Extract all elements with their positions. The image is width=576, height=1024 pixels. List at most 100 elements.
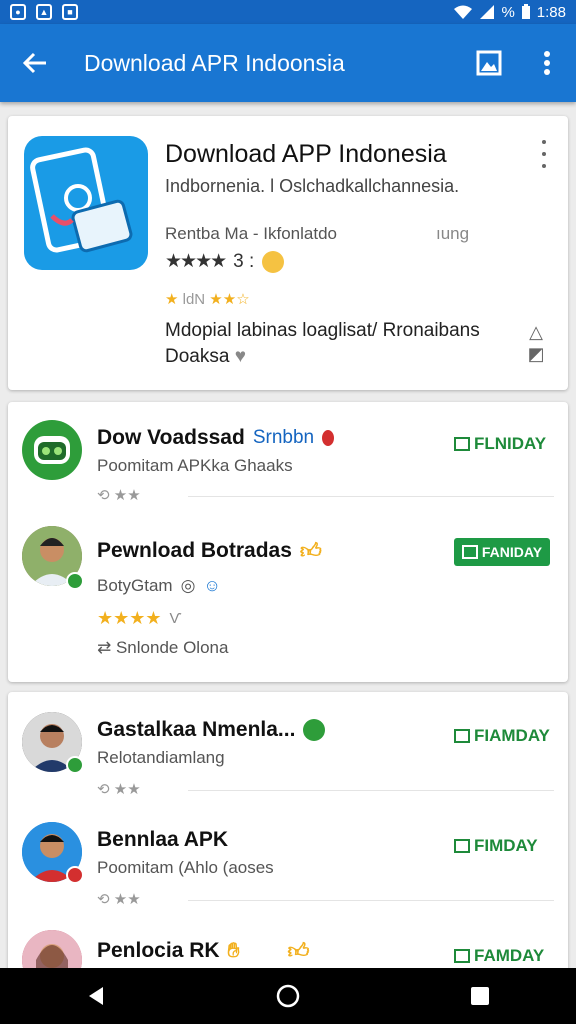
circle-home-icon: [276, 984, 300, 1008]
edit-icon[interactable]: ◩: [524, 344, 548, 364]
menu-dot: [542, 164, 546, 168]
status-right-icons: % 1:88: [453, 4, 566, 21]
divider: [188, 496, 554, 497]
wifi-icon: [454, 5, 473, 19]
rating-suffix: Ѵ: [169, 610, 182, 627]
featured-developer: Rentba Ma - Ikfonlatdo: [165, 224, 337, 243]
install-label: FAMDAY: [474, 946, 545, 965]
app-list-card-2: Gastalkaa Nmenla... Relotandiamlang ⟲ ★★…: [8, 692, 568, 990]
featured-small-rating: ★ ldN ★★☆: [165, 291, 250, 308]
red-badge-icon: [322, 430, 335, 446]
app-logo: [24, 136, 148, 270]
list-item-title: Penlocia RK ✋︎ 👍︎: [97, 938, 309, 964]
status-time: 1:88: [536, 3, 566, 21]
install-label: FIMDAY: [474, 836, 538, 855]
list-item-subtitle: Relotandiamlang: [97, 748, 225, 767]
list-item[interactable]: Gastalkaa Nmenla... Relotandiamlang ⟲ ★★…: [8, 692, 568, 802]
subtitle-text: BotyGtam: [97, 576, 173, 595]
smile-icon: ☺: [203, 576, 221, 595]
extra-text: Snlonde Olona: [115, 638, 229, 657]
list-item-extra: ⇄ Snlonde Olona: [97, 638, 229, 657]
heart-badge: [66, 866, 84, 884]
install-button[interactable]: FIAMDAY: [454, 726, 550, 746]
featured-menu-button[interactable]: [532, 140, 556, 168]
list-item-meta: ⟲ ★★: [97, 891, 141, 908]
install-button[interactable]: FANIDAY: [454, 538, 550, 566]
check-icon: [454, 729, 470, 743]
featured-subtitle: Indbornenia. l Oslchadkallchannesia.: [165, 176, 460, 196]
list-item-meta: ⟲ ★★: [97, 487, 141, 504]
list-item[interactable]: Pewnload Botradas 👍︎ BotyGtam ◎ ☺ ★★★★ Ѵ…: [8, 512, 568, 682]
share-icon[interactable]: △: [524, 322, 548, 342]
title-tag: Srnbbn: [252, 427, 315, 448]
install-label: FIAMDAY: [474, 726, 550, 745]
check-icon: [454, 437, 470, 451]
rating-text: 3 :: [233, 250, 255, 272]
install-button[interactable]: FLNIDAY: [454, 434, 546, 454]
meta-stars: ★★: [113, 781, 141, 798]
verified-badge: [66, 572, 84, 590]
title-text: Gastalkaa Nmenla...: [97, 718, 296, 741]
install-button[interactable]: FAMDAY: [454, 946, 544, 966]
list-item-subtitle: Poomitam (Ahlo (aoses: [97, 858, 274, 877]
menu-dot: [542, 140, 546, 144]
wave-hand-icon: ✋︎: [227, 939, 240, 962]
battery-icon: [521, 4, 530, 19]
nav-home-button[interactable]: [258, 968, 318, 1024]
status-left-icons: ● ▲ ■: [10, 4, 78, 20]
bell-icon: ◎: [180, 576, 196, 595]
app-bar: Download APR Indoonsia: [0, 24, 576, 102]
page-title: Download APR Indoonsia: [84, 49, 345, 76]
list-item-meta: ⟲ ★★: [97, 781, 141, 798]
message-notification-icon: ■: [62, 4, 78, 20]
bookmark-button[interactable]: [460, 24, 518, 102]
title-text: Dow Voadssad: [97, 426, 245, 449]
more-vert-icon: [544, 51, 550, 75]
nav-back-button[interactable]: [66, 968, 126, 1024]
featured-description: Mdopial labinas loaglisat/ Rronaibans: [165, 320, 480, 341]
rating-stars: ★★★★: [165, 251, 227, 272]
install-label: FANIDAY: [481, 544, 543, 560]
leaf-badge-icon: [303, 719, 326, 741]
gallery-notification-icon: ▲: [36, 4, 52, 20]
check-icon: [454, 949, 470, 963]
list-item-subtitle: BotyGtam ◎ ☺: [97, 576, 221, 596]
meta-stars: ★★: [113, 487, 141, 504]
divider: [188, 790, 554, 791]
title-text: Pewnload Botradas: [97, 539, 292, 562]
phone-download-icon: [30, 147, 133, 253]
featured-description-line2: Doaksa: [165, 346, 230, 367]
status-bar: ● ▲ ■ % 1:88: [0, 0, 576, 24]
featured-description-2: Doaksa ♥: [165, 346, 246, 368]
featured-rating: ★★★★ 3 :: [165, 250, 285, 273]
list-item-rating: ★★★★ Ѵ: [97, 608, 182, 629]
thumbs-up-icon: 👍︎: [287, 940, 310, 963]
list-item-subtitle: Poomitam APKka Ghaaks: [97, 456, 293, 475]
triangle-back-icon: [89, 987, 103, 1005]
install-button[interactable]: FIMDAY: [454, 836, 538, 856]
app-icon-robot: [22, 420, 82, 480]
list-item-title: Gastalkaa Nmenla...: [97, 718, 326, 742]
featured-developer-extra: ıung: [436, 224, 470, 243]
divider: [188, 900, 554, 901]
overflow-menu-button[interactable]: [518, 24, 576, 102]
install-label: FLNIDAY: [474, 434, 547, 453]
list-item-title: Pewnload Botradas 👍︎: [97, 538, 322, 564]
emoji-face-icon: [262, 250, 285, 273]
navigation-bar: [0, 968, 576, 1024]
featured-app-card[interactable]: Download APP Indonesia Indbornenia. l Os…: [8, 116, 568, 390]
bookmark-image-icon: [476, 50, 502, 76]
rating-stars: ★★★★: [97, 608, 162, 628]
verified-badge: [66, 756, 84, 774]
list-item[interactable]: Bennlaa APK Poomitam (Ahlo (aoses ⟲ ★★ F…: [8, 802, 568, 912]
featured-title: Download APP Indonesia: [165, 140, 447, 168]
check-icon: [461, 545, 478, 559]
battery-percent: %: [501, 3, 515, 21]
square-recents-icon: [471, 987, 489, 1005]
small-rating-text: ldN: [182, 291, 206, 308]
list-item-title: Dow Voadssad Srnbbn: [97, 426, 335, 450]
title-text: Penlocia RK: [97, 939, 220, 962]
nav-recents-button[interactable]: [450, 968, 510, 1024]
heart-icon[interactable]: ♥: [235, 346, 246, 367]
back-button[interactable]: [0, 24, 70, 102]
